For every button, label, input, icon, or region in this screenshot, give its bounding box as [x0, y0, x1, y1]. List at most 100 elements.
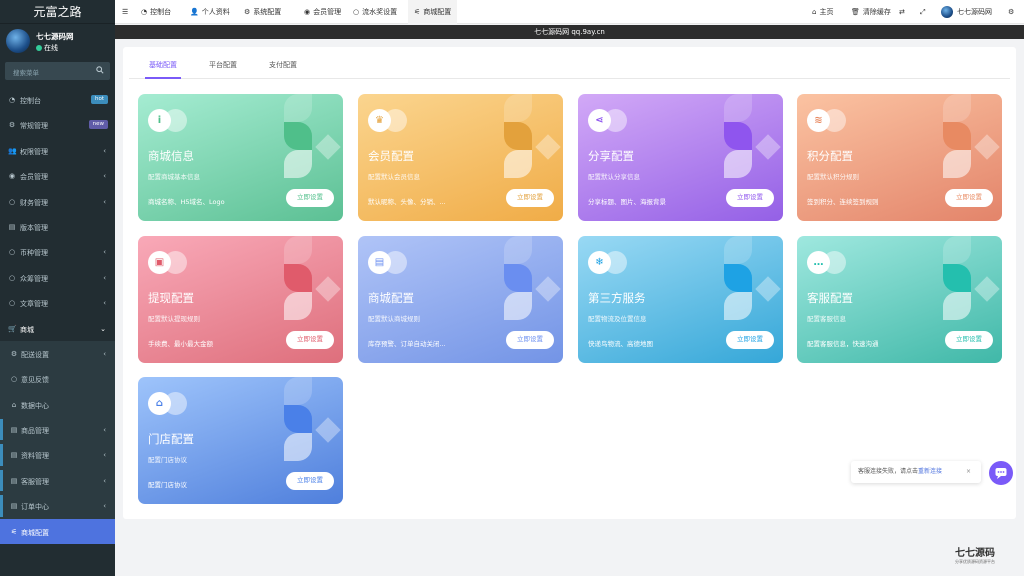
settings-gear-icon[interactable]: ⚙ — [1008, 0, 1014, 24]
gear-icon: ⚙ — [8, 121, 16, 130]
config-card-6[interactable]: ❄ 第三方服务 配置物流及位置信息 快递鸟物流、高德地图 立即设置 — [578, 236, 783, 363]
card-subtitle: 配置默认会员信息 — [368, 173, 420, 181]
decorative-shapes — [724, 94, 783, 194]
card-description: 手续费、最小最大金额 — [148, 340, 213, 348]
clear-cache-button[interactable]: 🗑 清除缓存 — [851, 0, 891, 24]
sidebar-item-7[interactable]: ○ 众筹管理 ‹ — [0, 265, 115, 290]
list-icon: ▤ — [10, 451, 18, 460]
search-placeholder: 搜索菜单 — [13, 69, 39, 77]
trash-icon: 🗑 — [851, 8, 860, 16]
list-icon: ▤ — [10, 476, 18, 485]
sidebar-item-label: 众筹管理 — [20, 274, 48, 283]
language-icon[interactable]: ⇄ — [899, 0, 905, 24]
sidebar-item-9[interactable]: 🛒 商城 ⌄ — [0, 316, 115, 341]
sidebar-item-4[interactable]: ○ 财务管理 ‹ — [0, 189, 115, 214]
chevron-left-icon: ‹ — [103, 273, 106, 282]
sliders-icon: ⚟ — [414, 8, 421, 16]
tab-platform-config[interactable]: 平台配置 — [209, 60, 237, 70]
sidebar-item-sub-7[interactable]: ⚟ 商城配置 — [0, 518, 115, 545]
reconnect-link[interactable]: 重新连接 — [918, 468, 942, 475]
sidebar-item-sub-3[interactable]: ▤ 商品管理 ‹ — [0, 417, 115, 443]
card-subtitle: 配置默认积分规则 — [807, 173, 859, 181]
sidebar-item-1[interactable]: ⚙ 常规管理 new — [0, 112, 115, 137]
setup-now-button[interactable]: 立即设置 — [945, 331, 993, 349]
chevron-left-icon: ‹ — [103, 451, 106, 460]
sidebar-item-label: 会员管理 — [20, 173, 48, 182]
store-icon: ▤ — [368, 251, 391, 274]
search-icon[interactable] — [96, 66, 104, 74]
setup-now-button[interactable]: 立即设置 — [945, 189, 993, 207]
config-card-0[interactable]: i 商城信息 配置商城基本信息 商城名称、H5域名、Logo 立即设置 — [138, 94, 343, 221]
card-subtitle: 配置客服信息 — [807, 315, 846, 323]
config-card-5[interactable]: ▤ 商城配置 配置默认商城规则 库存预警、订单自动关闭... 立即设置 — [358, 236, 563, 363]
card-description: 商城名称、H5域名、Logo — [148, 198, 225, 206]
tab-payment-config[interactable]: 支付配置 — [269, 60, 297, 70]
config-card-7[interactable]: … 客服配置 配置客服信息 配置客服信息，快速沟通 立即设置 — [797, 236, 1002, 363]
decorative-shapes — [284, 94, 343, 194]
sidebar: 元富之路 七七源码网 在线 搜索菜单 ◔ 控制台 hot ⚙ 常规管理 new 👥 权限管理 ‹… — [0, 0, 115, 576]
setup-now-button[interactable]: 立即设置 — [726, 331, 774, 349]
user-menu[interactable]: 七七源码网 — [941, 0, 992, 24]
config-card-3[interactable]: ≋ 积分配置 配置默认积分规则 签到积分、连续签到规则 立即设置 — [797, 94, 1002, 221]
setup-now-button[interactable]: 立即设置 — [286, 331, 334, 349]
card-description: 分享标题、图片、海报背景 — [588, 198, 666, 206]
sidebar-item-0[interactable]: ◔ 控制台 hot — [0, 87, 115, 112]
card-description: 快递鸟物流、高德地图 — [588, 340, 653, 348]
sidebar-item-3[interactable]: ◉ 会员管理 ‹ — [0, 163, 115, 188]
setup-now-button[interactable]: 立即设置 — [506, 331, 554, 349]
close-icon[interactable]: × — [966, 461, 971, 483]
sidebar-item-sub-5[interactable]: ▤ 客服管理 ‹ — [0, 467, 115, 494]
card-subtitle: 配置商城基本信息 — [148, 173, 200, 181]
sidebar-item-label: 商城 — [20, 325, 34, 334]
top-tab-3[interactable]: ◉ 会员管理 — [304, 0, 341, 24]
config-card-4[interactable]: ▣ 提现配置 配置默认提现规则 手续费、最小最大金额 立即设置 — [138, 236, 343, 363]
card-description: 签到积分、连续签到规则 — [807, 198, 879, 206]
chevron-left-icon: ‹ — [103, 197, 106, 206]
card-description: 配置门店协议 — [148, 481, 187, 489]
chevron-left-icon: ‹ — [103, 146, 106, 155]
setup-now-button[interactable]: 立即设置 — [506, 189, 554, 207]
config-card-8[interactable]: ⌂ 门店配置 配置门店协议 配置门店协议 立即设置 — [138, 377, 343, 504]
sidebar-item-2[interactable]: 👥 权限管理 ‹ — [0, 138, 115, 163]
chat-bubble-icon — [995, 468, 1007, 479]
sidebar-item-5[interactable]: ▤ 版本管理 — [0, 214, 115, 239]
snowflake-icon: ❄ — [588, 251, 611, 274]
chat-button[interactable] — [989, 461, 1013, 485]
config-card-2[interactable]: ⋖ 分享配置 配置默认分享信息 分享标题、图片、海报背景 立即设置 — [578, 94, 783, 221]
top-nav: ☰ ◔ 控制台 👤 个人资料 ⚙ 系统配置 ◉ 会员管理 ○ 流水奖设置 ⚟ 商城配置 ⌂ 主页 🗑 清除… — [115, 0, 1024, 24]
top-tab-2[interactable]: ⚙ 系统配置 — [244, 0, 281, 24]
menu-toggle-icon[interactable]: ☰ — [122, 0, 128, 24]
sidebar-item-6[interactable]: ○ 币种管理 ‹ — [0, 239, 115, 264]
setup-now-button[interactable]: 立即设置 — [726, 189, 774, 207]
card-subtitle: 配置默认提现规则 — [148, 315, 200, 323]
sidebar-item-sub-6[interactable]: ▤ 订单中心 ‹ — [0, 493, 115, 519]
home-link[interactable]: ⌂ 主页 — [812, 0, 833, 24]
decorative-shapes — [284, 236, 343, 336]
top-tab-4[interactable]: ○ 流水奖设置 — [353, 0, 397, 24]
card-title: 积分配置 — [807, 149, 853, 163]
gear-icon: ⚙ — [244, 8, 251, 16]
sidebar-item-label: 数据中心 — [21, 401, 49, 410]
config-card-1[interactable]: ♛ 会员配置 配置默认会员信息 默认昵称、头像、分销、... 立即设置 — [358, 94, 563, 221]
fullscreen-icon[interactable]: ⤢ — [920, 0, 926, 24]
card-subtitle: 配置门店协议 — [148, 456, 187, 464]
sidebar-item-label: 配送设置 — [21, 350, 49, 359]
app-logo[interactable]: 元富之路 — [0, 0, 115, 24]
circle-icon: ○ — [10, 375, 18, 384]
top-tab-1[interactable]: 👤 个人资料 — [190, 0, 230, 24]
sidebar-item-8[interactable]: ○ 文章管理 ‹ — [0, 290, 115, 315]
top-tab-0[interactable]: ◔ 控制台 — [141, 0, 171, 24]
info-icon: i — [148, 109, 171, 132]
sidebar-item-sub-0[interactable]: ⚙ 配送设置 ‹ — [0, 340, 115, 367]
sidebar-item-sub-1[interactable]: ○ 意见反馈 — [0, 366, 115, 392]
card-title: 第三方服务 — [588, 291, 646, 305]
tab-basic-config[interactable]: 基础配置 — [145, 60, 181, 79]
sidebar-item-sub-4[interactable]: ▤ 资料管理 ‹ — [0, 442, 115, 468]
cart-icon: 🛒 — [8, 324, 17, 333]
sidebar-item-sub-2[interactable]: ⌂ 数据中心 — [0, 391, 115, 418]
top-tab-5[interactable]: ⚟ 商城配置 — [408, 0, 458, 24]
decorative-shapes — [504, 94, 563, 194]
setup-now-button[interactable]: 立即设置 — [286, 189, 334, 207]
menu-search-input[interactable]: 搜索菜单 — [5, 62, 110, 80]
setup-now-button[interactable]: 立即设置 — [286, 472, 334, 490]
